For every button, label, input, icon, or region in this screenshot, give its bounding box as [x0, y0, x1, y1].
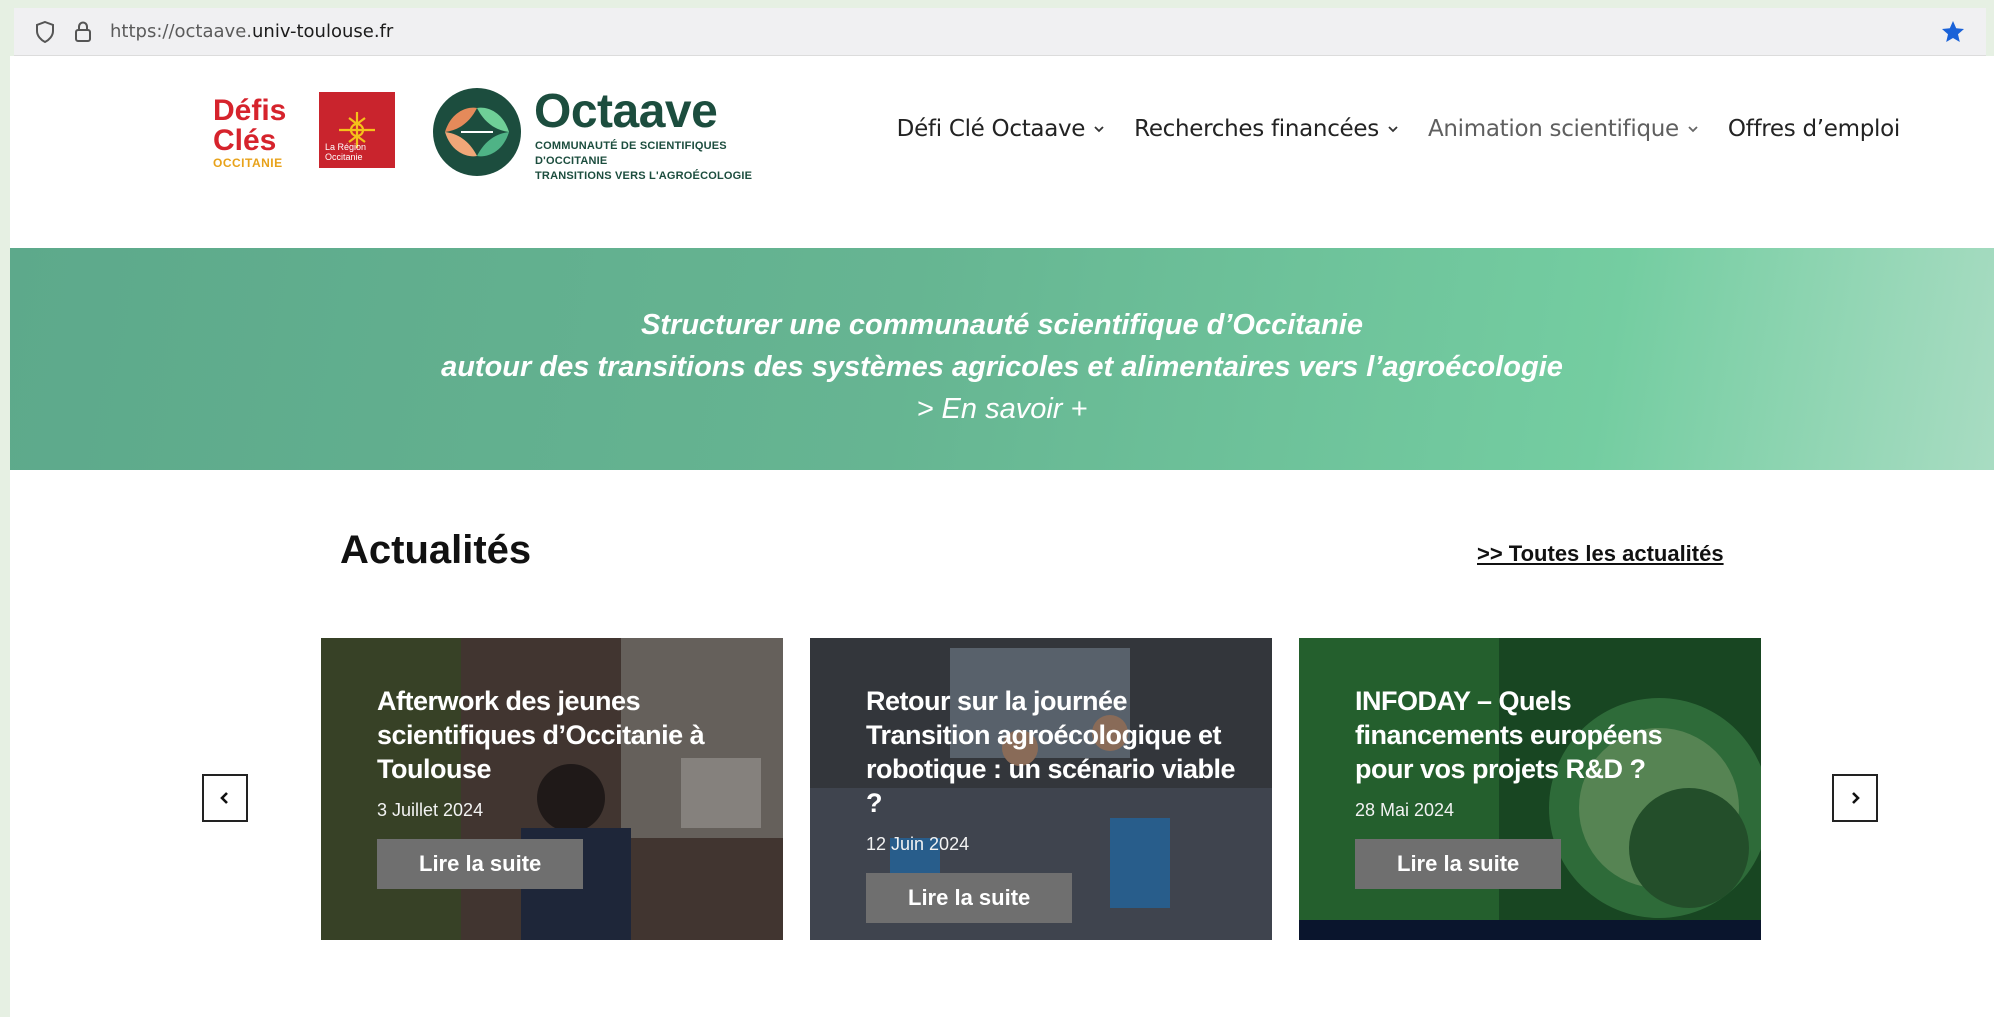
logo-region-text: La Région Occitanie	[325, 142, 367, 162]
logo-defis-line3: OCCITANIE	[213, 156, 283, 170]
lock-icon[interactable]	[70, 19, 96, 45]
nav-item-animation[interactable]: Animation scientifique	[1428, 116, 1699, 142]
chevron-down-icon	[1688, 126, 1698, 133]
read-more-button[interactable]: Lire la suite	[377, 839, 584, 889]
chevron-down-icon	[1094, 126, 1104, 133]
hero-line-2: autour des transitions des systèmes agri…	[441, 351, 1563, 383]
news-card-title[interactable]: Retour sur la journée Transition agroéco…	[866, 684, 1236, 820]
carousel-next-button[interactable]	[1832, 774, 1878, 822]
hero-line-1: Structurer une communauté scientifique d…	[641, 309, 1363, 341]
nav-item-label: Animation scientifique	[1427, 116, 1679, 142]
news-card-content: Afterwork des jeunes scientifiques d’Occ…	[377, 684, 747, 889]
nav-item-label: Recherches financées	[1134, 116, 1379, 142]
page: Défis Clés OCCITANIE La Région Occitanie…	[10, 56, 1994, 1017]
nav-item-defi-cle[interactable]: Défi Clé Octaave	[897, 116, 1106, 142]
nav-item-offres[interactable]: Offres d’emploi	[1728, 116, 1900, 142]
browser-address-bar[interactable]: https://octaave.univ-toulouse.fr	[14, 8, 1986, 56]
logo-octaave-subtitle-line1: COMMUNAUTÉ DE SCIENTIFIQUES D'OCCITANIE	[535, 140, 727, 167]
hero-more-link[interactable]: > En savoir +	[10, 388, 1994, 430]
logo-defis-cles[interactable]: Défis Clés OCCITANIE	[213, 96, 313, 180]
url-text[interactable]: https://octaave.univ-toulouse.fr	[110, 21, 393, 42]
chevron-down-icon	[1388, 126, 1398, 133]
site-header: Défis Clés OCCITANIE La Région Occitanie…	[10, 56, 1994, 246]
logo-defis-line1: Défis	[213, 94, 287, 127]
main-nav: Défi Clé Octaave Recherches financées An…	[868, 116, 1901, 142]
news-card[interactable]: Afterwork des jeunes scientifiques d’Occ…	[321, 638, 783, 940]
logo-octaave-title[interactable]: Octaave	[534, 86, 718, 138]
news-card-content: Retour sur la journée Transition agroéco…	[866, 684, 1236, 923]
nav-item-label: Offres d’emploi	[1727, 116, 1900, 142]
nav-item-recherches[interactable]: Recherches financées	[1134, 116, 1399, 142]
octaave-leaf-icon[interactable]	[431, 86, 523, 178]
news-section-title: Actualités	[340, 528, 532, 572]
url-domain: univ-toulouse.fr	[252, 21, 394, 42]
news-card-date: 28 Mai 2024	[1355, 800, 1455, 820]
all-news-link[interactable]: >> Toutes les actualités	[1477, 541, 1724, 567]
nav-item-label: Défi Clé Octaave	[896, 116, 1086, 142]
read-more-button[interactable]: Lire la suite	[1355, 839, 1562, 889]
star-icon[interactable]	[1940, 19, 1966, 45]
read-more-button[interactable]: Lire la suite	[866, 873, 1073, 923]
logo-octaave-subtitle: COMMUNAUTÉ DE SCIENTIFIQUES D'OCCITANIE …	[535, 139, 775, 184]
carousel-prev-button[interactable]	[202, 774, 248, 822]
news-card-date: 12 Juin 2024	[866, 834, 970, 854]
shield-icon[interactable]	[32, 19, 58, 45]
hero-banner: Structurer une communauté scientifique d…	[10, 248, 1994, 470]
chevron-right-icon	[1852, 792, 1860, 804]
news-card[interactable]: Retour sur la journée Transition agroéco…	[810, 638, 1272, 940]
logo-octaave-subtitle-line2: TRANSITIONS VERS L'AGROÉCOLOGIE	[535, 170, 753, 182]
news-card-content: INFODAY – Quels financements européens p…	[1355, 684, 1725, 889]
news-card-title[interactable]: Afterwork des jeunes scientifiques d’Occ…	[377, 684, 747, 786]
logo-defis-line2: Clés	[213, 124, 277, 157]
chevron-left-icon	[220, 792, 228, 804]
news-card[interactable]: INFODAY – Quels financements européens p…	[1299, 638, 1761, 940]
news-card-title[interactable]: INFODAY – Quels financements européens p…	[1355, 684, 1725, 786]
url-prefix: https://octaave.	[110, 21, 252, 42]
news-card-date: 3 Juillet 2024	[377, 800, 484, 820]
